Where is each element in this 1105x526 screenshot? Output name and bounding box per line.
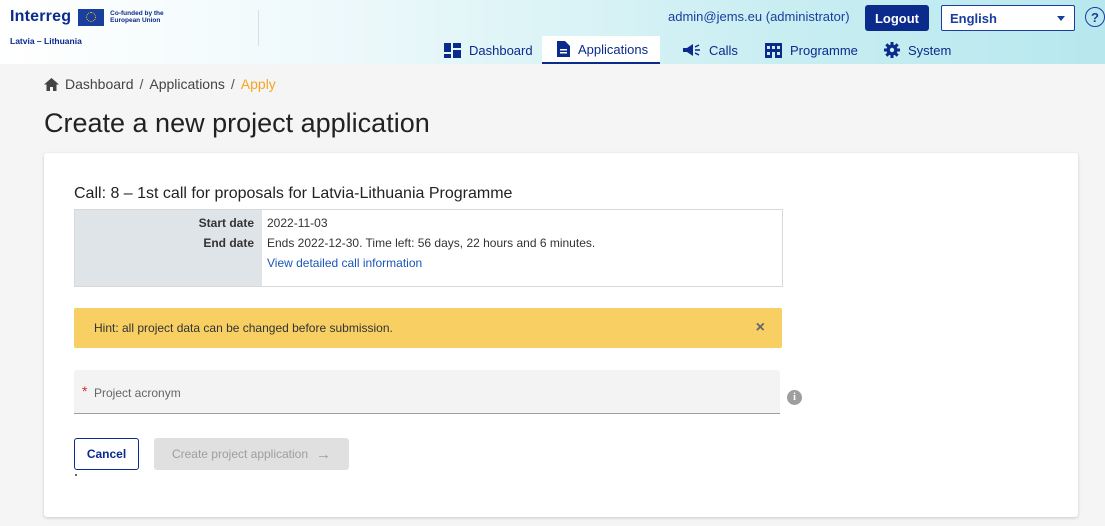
chevron-down-icon xyxy=(1057,16,1065,21)
application-form-card: Call: 8 – 1st call for proposals for Lat… xyxy=(44,153,1078,517)
nav-programme[interactable]: Programme xyxy=(765,36,858,64)
nav-system-label: System xyxy=(908,42,952,58)
language-select[interactable]: English xyxy=(941,5,1075,31)
language-value: English xyxy=(950,10,997,26)
breadcrumb-applications[interactable]: Applications xyxy=(149,76,225,92)
create-application-button[interactable]: Create project application → xyxy=(154,438,349,470)
page-title: Create a new project application xyxy=(44,108,430,138)
logout-button[interactable]: Logout xyxy=(865,5,929,31)
breadcrumb: Dashboard / Applications / Apply xyxy=(44,76,276,92)
eu-flag-icon xyxy=(78,8,105,26)
create-application-label: Create project application xyxy=(171,447,309,461)
breadcrumb-current: Apply xyxy=(240,76,276,92)
nav-system[interactable]: System xyxy=(884,36,951,64)
hint-text: Hint: all project data can be changed be… xyxy=(94,321,393,335)
nav-programme-label: Programme xyxy=(790,42,858,58)
programme-logo[interactable]: Interreg Co-funded by the European Union… xyxy=(10,8,260,58)
user-email: admin@jems.eu (administrator) xyxy=(668,9,850,24)
info-icon[interactable]: i xyxy=(787,390,802,405)
cancel-button[interactable]: Cancel xyxy=(74,438,139,470)
call-info-values: 2022-11-03 Ends 2022-12-30. Time left: 5… xyxy=(262,210,782,286)
arrow-right-icon: → xyxy=(316,445,332,463)
header-divider xyxy=(258,10,259,46)
start-date-value: 2022-11-03 xyxy=(267,216,328,230)
cofunded-text: Co-funded by the European Union xyxy=(110,10,164,24)
breadcrumb-separator: / xyxy=(230,76,235,92)
nav-dashboard[interactable]: Dashboard xyxy=(444,36,533,64)
end-date-label: End date xyxy=(203,236,254,250)
breadcrumb-dashboard[interactable]: Dashboard xyxy=(65,76,134,92)
building-icon xyxy=(765,42,782,58)
call-title: Call: 8 – 1st call for proposals for Lat… xyxy=(74,185,513,202)
nav-calls-label: Calls xyxy=(709,42,738,58)
nav-applications-label: Applications xyxy=(578,41,649,57)
start-date-label: Start date xyxy=(198,216,254,230)
close-icon[interactable]: × xyxy=(756,320,765,336)
call-info-table: Start date End date 2022-11-03 Ends 2022… xyxy=(74,209,783,287)
question-circle-icon[interactable]: ? xyxy=(1085,7,1105,27)
call-info-labels: Start date End date xyxy=(75,210,262,286)
interreg-logo-text: Interreg xyxy=(10,8,72,25)
end-date-value: Ends 2022-12-30. Time left: 56 days, 22 … xyxy=(267,236,596,250)
project-acronym-input[interactable] xyxy=(74,370,780,413)
nav-applications[interactable]: Applications xyxy=(542,36,661,64)
hint-banner: Hint: all project data can be changed be… xyxy=(74,308,782,348)
document-icon xyxy=(557,41,570,57)
programme-name: Latvia – Lithuania xyxy=(10,36,82,46)
divider-dot xyxy=(75,474,77,476)
dashboard-icon xyxy=(444,42,461,58)
home-icon[interactable] xyxy=(44,77,59,91)
project-acronym-field[interactable]: * xyxy=(74,370,780,414)
gear-icon xyxy=(884,42,900,58)
nav-dashboard-label: Dashboard xyxy=(469,42,533,58)
nav-calls[interactable]: Calls xyxy=(682,36,738,64)
view-call-details-link[interactable]: View detailed call information xyxy=(267,256,422,270)
megaphone-icon xyxy=(682,43,701,57)
empty-label xyxy=(75,253,262,273)
breadcrumb-separator: / xyxy=(139,76,144,92)
